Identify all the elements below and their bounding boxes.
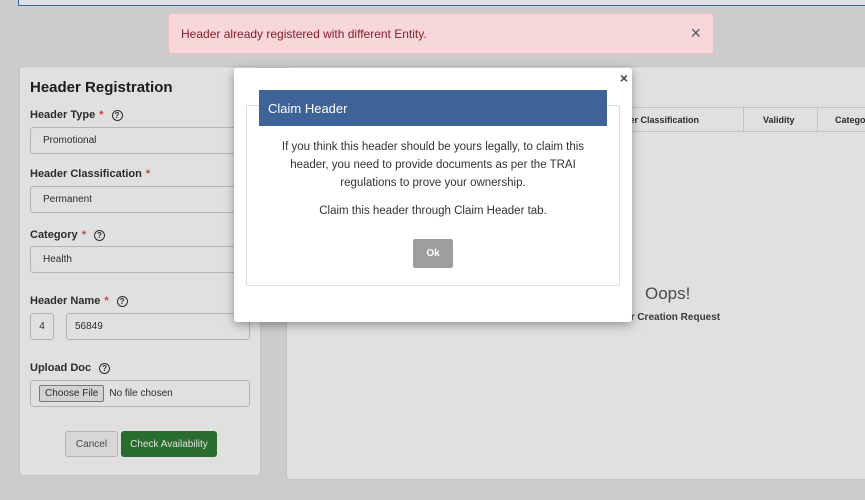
alert-message: Header already registered with different… bbox=[181, 27, 427, 41]
modal-message: If you think this header should be yours… bbox=[281, 141, 585, 189]
modal-title: Claim Header bbox=[259, 90, 607, 126]
modal-instruction: Claim this header through Claim Header t… bbox=[319, 205, 547, 217]
ok-button[interactable]: Ok bbox=[413, 239, 453, 268]
error-alert: Header already registered with different… bbox=[168, 13, 714, 54]
close-icon[interactable]: × bbox=[620, 70, 628, 86]
close-icon[interactable]: × bbox=[690, 24, 701, 42]
claim-header-modal: × Claim Header If you think this header … bbox=[234, 68, 632, 322]
